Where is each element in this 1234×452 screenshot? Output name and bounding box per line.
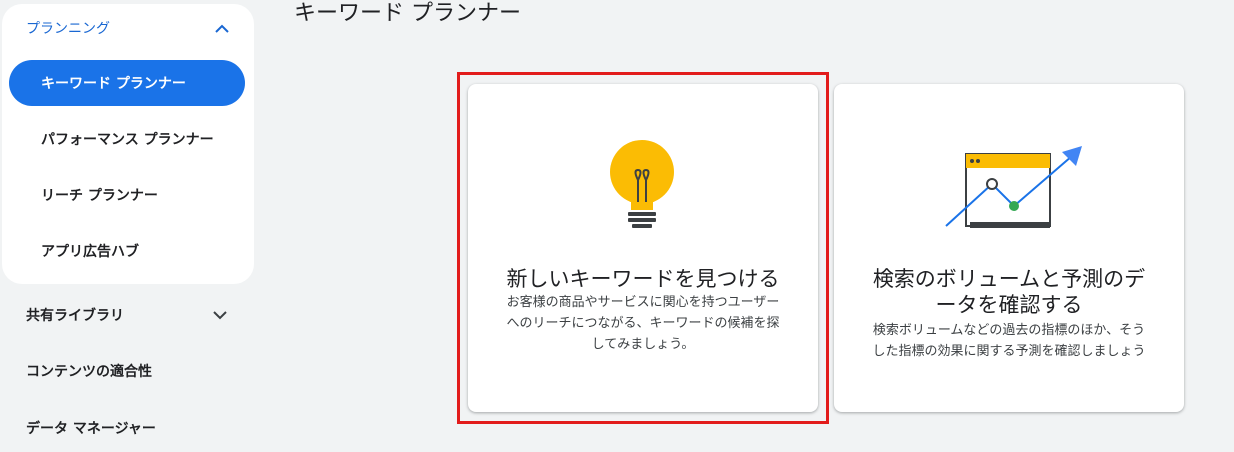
- planning-section-label: プランニング: [26, 21, 110, 37]
- card-description: お客様の商品やサービスに関心を持つユーザー へのリーチにつながる、キーワードの候…: [482, 292, 804, 355]
- find-new-keywords-card[interactable]: 新しいキーワードを見つける お客様の商品やサービスに関心を持つユーザー へのリー…: [468, 84, 818, 412]
- sidebar-item-label: パフォーマンス プランナー: [41, 132, 214, 148]
- sidebar-item-content-suitability[interactable]: コンテンツの適合性: [0, 347, 254, 395]
- card-title-line: 検索のボリュームと予測のデ: [872, 267, 1146, 291]
- card-title: 新しいキーワードを見つける: [506, 267, 780, 291]
- sidebar-item-keyword-planner[interactable]: キーワード プランナー: [9, 60, 245, 106]
- card-description: 検索ボリュームなどの過去の指標のほか、そう した指標の効果に関する予測を確認しま…: [848, 320, 1170, 362]
- chevron-down-icon: [212, 307, 228, 323]
- card-description-line: した指標の効果に関する予測を確認しましょう: [872, 344, 1146, 359]
- sidebar-item-label: 共有ライブラリ: [26, 308, 124, 324]
- sidebar-item-data-manager[interactable]: データ マネージャー: [0, 404, 254, 452]
- sidebar-planning-group: プランニング キーワード プランナー パフォーマンス プランナー リーチ プラン…: [2, 4, 254, 284]
- card-title: 検索のボリュームと予測のデ ータを確認する: [844, 266, 1174, 318]
- sidebar-item-label: データ マネージャー: [26, 421, 156, 437]
- sidebar-item-app-ad-hub[interactable]: アプリ広告ハブ: [9, 228, 245, 274]
- chevron-up-icon: [214, 20, 230, 36]
- card-title-line: ータを確認する: [935, 293, 1083, 317]
- sidebar-item-label: コンテンツの適合性: [26, 364, 152, 380]
- sidebar-item-performance-planner[interactable]: パフォーマンス プランナー: [9, 116, 245, 162]
- sidebar-item-reach-planner[interactable]: リーチ プランナー: [9, 172, 245, 218]
- sidebar-item-label: アプリ広告ハブ: [41, 244, 139, 260]
- page-title: キーワード プランナー: [294, 1, 521, 26]
- card-description-line: してみましょう。: [591, 337, 695, 352]
- lightbulb-icon: [610, 140, 674, 228]
- forecast-volume-card[interactable]: 検索のボリュームと予測のデ ータを確認する 検索ボリュームなどの過去の指標のほか…: [834, 84, 1184, 412]
- planning-section-header[interactable]: プランニング: [2, 4, 254, 52]
- card-description-line: へのリーチにつながる、キーワードの候補を探: [506, 316, 780, 331]
- card-description-line: お客様の商品やサービスに関心を持つユーザー: [506, 295, 780, 310]
- sidebar-item-shared-library[interactable]: 共有ライブラリ: [0, 291, 254, 339]
- sidebar-item-label: リーチ プランナー: [41, 188, 158, 204]
- sidebar-item-label: キーワード プランナー: [41, 76, 186, 92]
- card-description-line: 検索ボリュームなどの過去の指標のほか、そう: [872, 323, 1146, 338]
- trend-chart-icon: [945, 146, 1082, 228]
